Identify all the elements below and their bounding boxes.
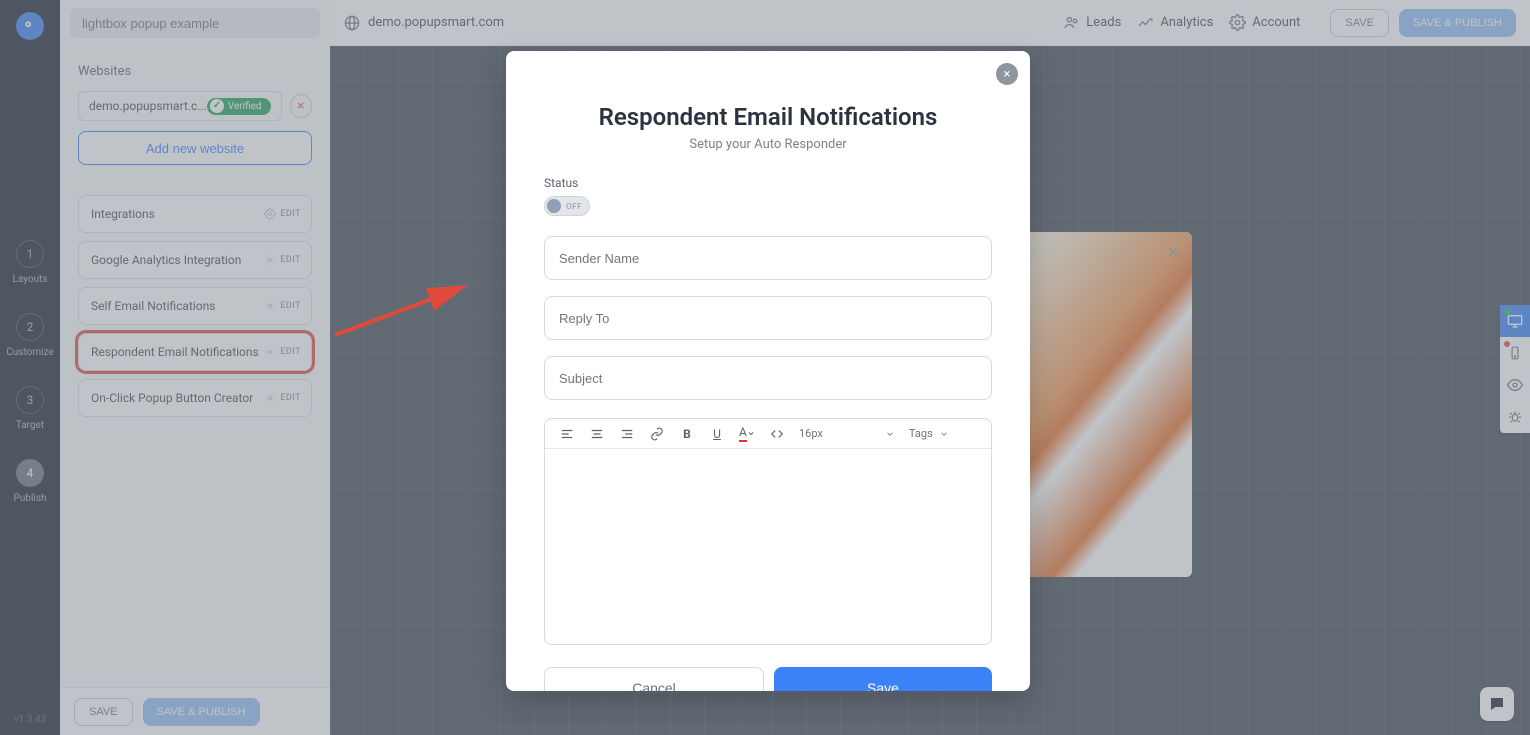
status-label: Status [544, 176, 992, 190]
subject-input[interactable] [544, 356, 992, 400]
modal-actions: Cancel Save [544, 667, 992, 691]
chevron-down-icon [885, 429, 895, 439]
modal-save-button[interactable]: Save [774, 667, 992, 691]
status-toggle[interactable]: OFF [544, 196, 590, 216]
align-center-icon [590, 427, 604, 441]
align-left-icon [560, 427, 574, 441]
reply-to-input[interactable] [544, 296, 992, 340]
tags-select[interactable]: Tags [909, 427, 949, 440]
chevron-down-icon [939, 429, 949, 439]
align-right-icon [620, 427, 634, 441]
font-size-select[interactable]: 16px [799, 427, 895, 440]
link-button[interactable] [649, 426, 665, 442]
code-icon [770, 427, 784, 441]
chevron-down-icon [747, 429, 755, 438]
toggle-text: OFF [566, 202, 582, 211]
app-root: 1 Layouts 2 Customize 3 Target 4 Publish… [0, 0, 1530, 735]
align-right-button[interactable] [619, 426, 635, 442]
editor-textarea[interactable] [545, 449, 991, 644]
align-left-button[interactable] [559, 426, 575, 442]
toggle-knob [547, 199, 561, 213]
underline-button[interactable]: U [709, 426, 725, 442]
link-icon [650, 427, 664, 441]
text-color-button[interactable]: A [739, 426, 755, 442]
code-button[interactable] [769, 426, 785, 442]
modal-cancel-button[interactable]: Cancel [544, 667, 764, 691]
modal-subtitle: Setup your Auto Responder [544, 137, 992, 152]
modal-close-button[interactable]: × [996, 63, 1018, 85]
modal-title: Respondent Email Notifications [544, 103, 992, 131]
email-body-editor: B U A 16px Tags [544, 418, 992, 645]
editor-toolbar: B U A 16px Tags [545, 419, 991, 449]
bold-button[interactable]: B [679, 426, 695, 442]
sender-name-input[interactable] [544, 236, 992, 280]
text-color-icon: A [739, 425, 747, 442]
respondent-email-modal: × Respondent Email Notifications Setup y… [506, 51, 1030, 691]
align-center-button[interactable] [589, 426, 605, 442]
